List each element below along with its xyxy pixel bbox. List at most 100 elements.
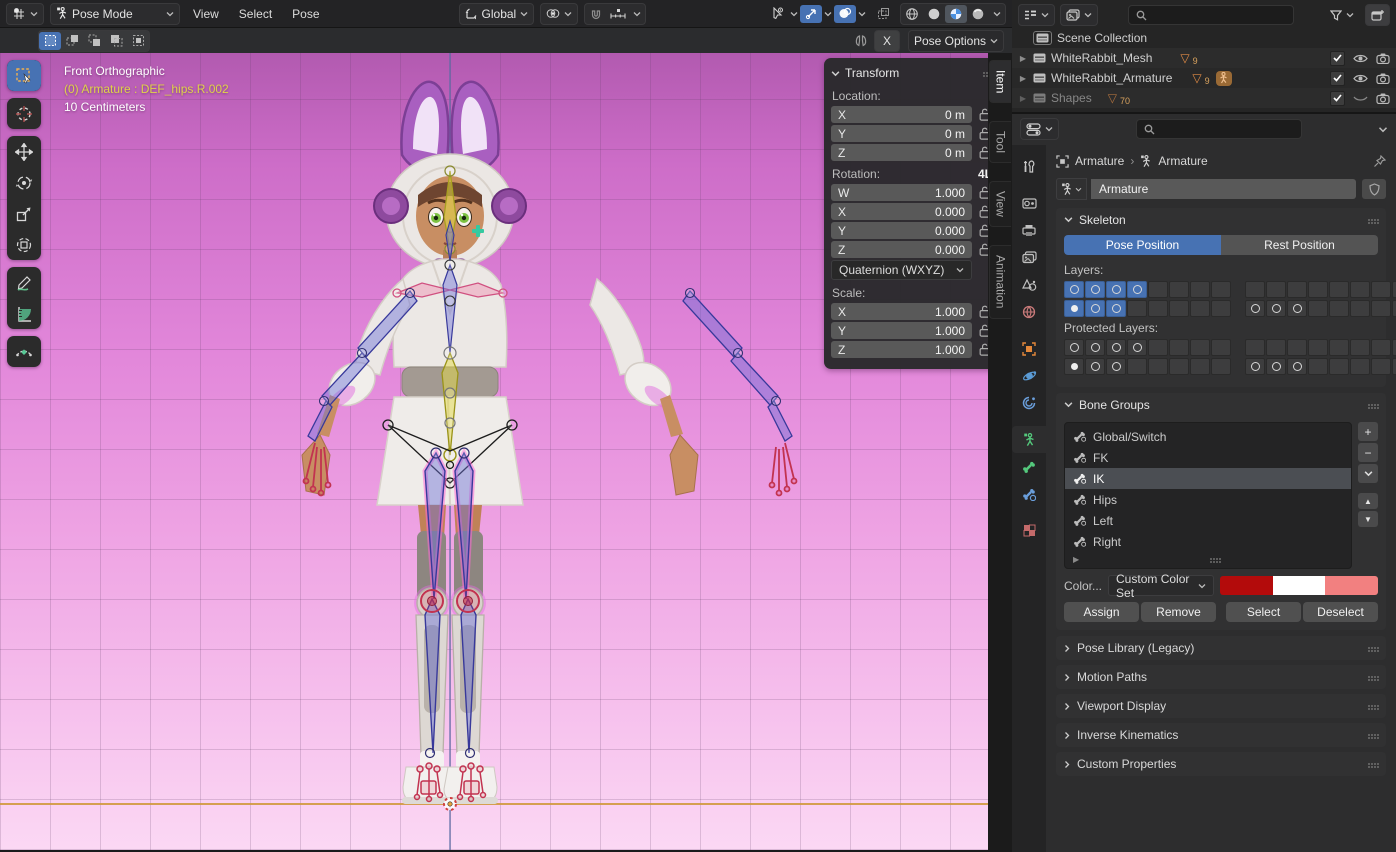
move-group-down-button[interactable]: ▼: [1358, 511, 1378, 527]
chevron-down-icon[interactable]: [989, 11, 1005, 17]
expand-arrow-icon[interactable]: ▶: [1018, 74, 1028, 83]
mode-dropdown[interactable]: Pose Mode: [50, 3, 180, 25]
layer-toggle[interactable]: [1127, 339, 1147, 356]
location-y-field[interactable]: Y0 m: [831, 125, 972, 142]
mirror-x-toggle[interactable]: X: [874, 30, 900, 52]
layer-toggle[interactable]: [1190, 300, 1210, 317]
layer-toggle[interactable]: [1392, 300, 1396, 317]
menu-view[interactable]: View: [186, 3, 226, 25]
properties-search[interactable]: [1136, 119, 1302, 139]
panel-grip[interactable]: [1368, 734, 1370, 736]
add-bone-group-button[interactable]: +: [1358, 422, 1378, 441]
show-gizmos-icon[interactable]: [800, 5, 822, 23]
layer-toggle[interactable]: [1106, 300, 1126, 317]
rest-position-button[interactable]: Rest Position: [1221, 235, 1378, 255]
panel-viewport-display[interactable]: Viewport Display: [1056, 694, 1386, 718]
layer-toggle[interactable]: [1148, 300, 1168, 317]
tool-select-box[interactable]: [7, 60, 41, 91]
properties-search-input[interactable]: [1160, 121, 1274, 137]
layer-toggle[interactable]: [1085, 339, 1105, 356]
tab-physics[interactable]: [1012, 362, 1046, 389]
menu-select[interactable]: Select: [232, 3, 279, 25]
pin-icon[interactable]: [1373, 155, 1386, 168]
rotation-z-field[interactable]: Z0.000: [831, 241, 972, 258]
list-resize-grip[interactable]: [1210, 558, 1212, 560]
transform-orientation-dropdown[interactable]: Global: [459, 3, 535, 25]
tool-transform[interactable]: [7, 229, 41, 260]
active-color-swatch[interactable]: [1325, 576, 1378, 595]
fake-user-shield-button[interactable]: [1362, 179, 1386, 199]
location-x-field[interactable]: X0 m: [831, 106, 972, 123]
layer-toggle[interactable]: [1211, 339, 1231, 356]
layer-toggle[interactable]: [1064, 281, 1084, 298]
layer-toggle[interactable]: [1350, 339, 1370, 356]
collection-checkbox[interactable]: [1330, 71, 1345, 86]
layer-toggle[interactable]: [1190, 281, 1210, 298]
sidebar-tab-animation[interactable]: Animation: [989, 245, 1011, 318]
bone-group-item[interactable]: Global/Switch: [1065, 426, 1351, 447]
remove-button[interactable]: Remove: [1141, 602, 1216, 622]
layer-toggle[interactable]: [1266, 281, 1286, 298]
shading-solid-icon[interactable]: [923, 5, 945, 23]
layer-toggle[interactable]: [1266, 358, 1286, 375]
tab-constraints[interactable]: [1012, 389, 1046, 416]
layer-toggle[interactable]: [1127, 281, 1147, 298]
outliner-row-shapes[interactable]: ▶ Shapes ▽70: [1012, 88, 1396, 108]
sidebar-tab-tool[interactable]: Tool: [989, 121, 1011, 163]
camera-render-icon[interactable]: [1376, 73, 1390, 84]
datablock-name-field[interactable]: Armature: [1091, 179, 1356, 199]
tab-world[interactable]: [1012, 298, 1046, 325]
outliner-search[interactable]: [1128, 5, 1294, 25]
chevron-down-icon[interactable]: [824, 11, 832, 17]
layer-toggle[interactable]: [1245, 358, 1265, 375]
show-overlays-icon[interactable]: [834, 5, 856, 23]
select-mode-subtract-icon[interactable]: [83, 32, 105, 50]
layer-toggle[interactable]: [1371, 358, 1391, 375]
outliner-row-whiterabbit-mesh[interactable]: ▶ WhiteRabbit_Mesh ▽9: [1012, 48, 1396, 68]
layer-toggle[interactable]: [1127, 300, 1147, 317]
bone-group-item[interactable]: Right: [1065, 531, 1351, 552]
tab-texture[interactable]: [1012, 517, 1046, 544]
select-color-swatch[interactable]: [1273, 576, 1326, 595]
expand-arrow-icon[interactable]: ▶: [1018, 54, 1028, 63]
layer-toggle[interactable]: [1350, 300, 1370, 317]
bone-group-specials-button[interactable]: [1358, 464, 1378, 483]
select-mode-extend-icon[interactable]: [61, 32, 83, 50]
layer-toggle[interactable]: [1350, 358, 1370, 375]
layer-toggle[interactable]: [1190, 358, 1210, 375]
rotation-y-field[interactable]: Y0.000: [831, 222, 972, 239]
layer-toggle[interactable]: [1287, 358, 1307, 375]
layer-toggle[interactable]: [1308, 339, 1328, 356]
layer-toggle[interactable]: [1148, 281, 1168, 298]
layer-toggle[interactable]: [1371, 339, 1391, 356]
layer-toggle[interactable]: [1392, 281, 1396, 298]
layer-toggle[interactable]: [1392, 339, 1396, 356]
normal-color-swatch[interactable]: [1220, 576, 1273, 595]
shading-wireframe-icon[interactable]: [901, 5, 923, 23]
tab-scene[interactable]: [1012, 271, 1046, 298]
object-type-visibility-icon[interactable]: [766, 5, 788, 23]
panel-collapse-icon[interactable]: [831, 70, 840, 77]
layer-toggle[interactable]: [1064, 358, 1084, 375]
collection-checkbox[interactable]: [1330, 51, 1345, 66]
tab-output[interactable]: [1012, 217, 1046, 244]
layer-toggle[interactable]: [1245, 339, 1265, 356]
select-mode-set-icon[interactable]: [39, 32, 61, 50]
layer-toggle[interactable]: [1266, 300, 1286, 317]
layer-toggle[interactable]: [1392, 358, 1396, 375]
layer-toggle[interactable]: [1287, 300, 1307, 317]
location-z-field[interactable]: Z0 m: [831, 144, 972, 161]
layer-toggle[interactable]: [1329, 300, 1349, 317]
tool-pose-breakdowner[interactable]: [7, 336, 41, 367]
rotation-mode-dropdown[interactable]: Quaternion (WXYZ): [831, 260, 972, 280]
layer-toggle[interactable]: [1106, 358, 1126, 375]
layer-toggle[interactable]: [1127, 358, 1147, 375]
tab-render[interactable]: [1012, 190, 1046, 217]
tool-annotate[interactable]: [7, 267, 41, 298]
properties-options-dropdown[interactable]: [1378, 126, 1388, 133]
list-expand-icon[interactable]: ▶: [1073, 555, 1079, 564]
properties-editor-type-button[interactable]: [1020, 118, 1059, 140]
layer-toggle[interactable]: [1169, 339, 1189, 356]
layer-toggle[interactable]: [1064, 300, 1084, 317]
deselect-button[interactable]: Deselect: [1303, 602, 1378, 622]
